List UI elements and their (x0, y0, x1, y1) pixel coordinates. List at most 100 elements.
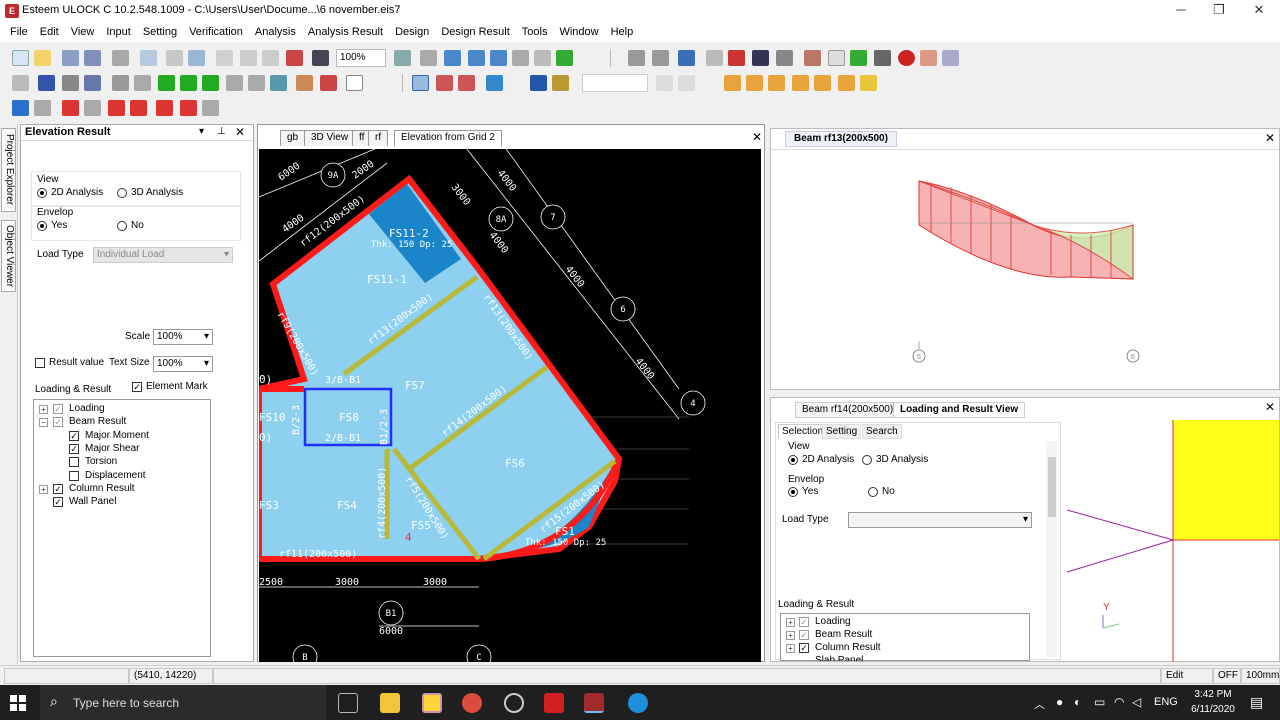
tree-checkbox-torsion[interactable] (69, 457, 79, 467)
zoom-window-icon[interactable] (444, 50, 461, 66)
load-type-combo[interactable]: Individual Load (93, 247, 233, 263)
menu-analysis-result[interactable]: Analysis Result (302, 26, 389, 38)
cut-icon[interactable] (216, 50, 233, 66)
save-icon[interactable] (62, 50, 79, 66)
3d-tool-2-icon[interactable] (320, 75, 337, 91)
pencil-icon[interactable] (12, 75, 29, 91)
windows-start-icon[interactable] (10, 695, 26, 711)
clock-time[interactable]: 3:42 PM (1190, 689, 1236, 700)
status-snap[interactable]: OFF (1213, 668, 1241, 684)
expand-icon[interactable]: + (39, 485, 48, 494)
grey-run-icon[interactable] (34, 100, 51, 116)
tree-item-torsion[interactable]: Torsion (85, 456, 117, 467)
menu-tools[interactable]: Tools (516, 26, 554, 38)
chrome-icon[interactable] (462, 693, 482, 713)
edge-icon[interactable] (628, 693, 648, 713)
menu-analysis[interactable]: Analysis (249, 26, 302, 38)
n-tool-icon[interactable] (552, 75, 569, 91)
print-icon[interactable] (112, 50, 129, 66)
green-tool-2-icon[interactable] (180, 75, 197, 91)
beam-tool-icon[interactable] (628, 50, 645, 66)
box-view-5-icon[interactable] (814, 75, 831, 91)
tree-checkbox-major-shear[interactable]: ✓ (69, 444, 79, 454)
arch-tool-1-icon[interactable] (436, 75, 453, 91)
undo-icon[interactable] (240, 50, 257, 66)
r-grey-icon[interactable] (678, 75, 695, 91)
tree-item-column-result[interactable]: Column Result (69, 483, 135, 494)
subtab-search[interactable]: Search (862, 424, 902, 439)
box-view-3-icon[interactable] (768, 75, 785, 91)
tree-item-major-moment[interactable]: Major Moment (85, 430, 149, 441)
column-tool-icon[interactable] (652, 50, 669, 66)
scrollbar[interactable] (1046, 441, 1058, 657)
beam-tab[interactable]: Beam rf13(200x500) (785, 131, 897, 147)
hammer-icon[interactable] (804, 50, 821, 66)
layer-combo[interactable] (582, 74, 648, 92)
frame-tool-icon[interactable] (412, 75, 429, 91)
close-doc-icon[interactable]: ✕ (752, 130, 762, 144)
grey-tool-1-icon[interactable] (226, 75, 243, 91)
close-result-view-icon[interactable]: ✕ (1265, 400, 1275, 414)
w-grey-icon[interactable] (656, 75, 673, 91)
envelope-no-radio[interactable] (117, 221, 127, 231)
battery-icon[interactable]: ▭ (1094, 695, 1105, 709)
menu-edit[interactable]: Edit (34, 26, 65, 38)
green-tool-1-icon[interactable] (158, 75, 175, 91)
expand-icon[interactable]: + (786, 644, 795, 653)
tree-item-beam-result[interactable]: Beam Result (69, 416, 126, 427)
save-all-icon[interactable] (84, 50, 101, 66)
microphone-icon[interactable]: ● (1056, 695, 1063, 709)
plan-drawing[interactable]: 6000 2000 4000 3000 4000 4000 4000 4000 … (259, 149, 761, 662)
box-view-6-icon[interactable] (838, 75, 855, 91)
redo-icon[interactable] (262, 50, 279, 66)
menu-setting[interactable]: Setting (137, 26, 183, 38)
f-tool-icon[interactable] (776, 50, 793, 66)
run-icon[interactable] (12, 100, 29, 116)
menu-verification[interactable]: Verification (183, 26, 249, 38)
wifi-icon[interactable]: ◠ (1114, 695, 1124, 709)
3d-box-icon[interactable] (678, 50, 695, 66)
app-circle-icon[interactable] (504, 693, 524, 713)
rb-tree-item-slab-panel[interactable]: Slab Panel (815, 655, 863, 661)
view-3d-radio[interactable] (117, 188, 127, 198)
warning-icon[interactable] (728, 50, 745, 66)
menu-file[interactable]: File (4, 26, 34, 38)
tree-checkbox-major-moment[interactable]: ✓ (69, 431, 79, 441)
tab-rf[interactable]: rf (368, 130, 389, 146)
result-value-checkbox[interactable] (35, 358, 45, 368)
task-view-icon[interactable] (338, 693, 358, 713)
hatch-tool-icon[interactable] (134, 75, 151, 91)
rb-env-no-radio[interactable] (868, 487, 878, 497)
cube-tool-icon[interactable] (486, 75, 503, 91)
red-tool-5-icon[interactable] (180, 100, 197, 116)
arch-icon[interactable] (874, 50, 891, 66)
zoom-in-icon[interactable] (468, 50, 485, 66)
subtab-selection[interactable]: Selection (778, 424, 828, 438)
maximize-button[interactable]: ❐ (1200, 0, 1238, 22)
rb-view-2d-radio[interactable] (788, 455, 798, 465)
tab-object-viewer[interactable]: Object Viewer (1, 220, 16, 292)
subtab-setting[interactable]: Setting (822, 424, 862, 439)
3d-tool-1-icon[interactable] (296, 75, 313, 91)
rb-tree-item-loading[interactable]: Loading (815, 616, 851, 627)
red-tool-2-icon[interactable] (108, 100, 125, 116)
layers-icon[interactable] (850, 50, 867, 66)
box-view-2-icon[interactable] (746, 75, 763, 91)
grey-tool-4-icon[interactable] (202, 100, 219, 116)
tab-3d-view[interactable]: 3D View (304, 130, 356, 146)
text-icon[interactable] (312, 50, 329, 66)
rb-tree-item-column-result[interactable]: Column Result (815, 642, 881, 653)
arch-tool-2-icon[interactable] (458, 75, 475, 91)
tree-item-loading[interactable]: Loading (69, 403, 105, 414)
menu-design[interactable]: Design (389, 26, 435, 38)
tab-beam-rf14[interactable]: Beam rf14(200x500) (795, 402, 901, 418)
rb-tree-checkbox-column[interactable]: ✓ (799, 643, 809, 653)
tab-elevation-grid-2[interactable]: Elevation from Grid 2 (394, 130, 502, 146)
tray-chevron-icon[interactable]: ︿ (1034, 696, 1045, 712)
grid-tool-icon[interactable] (112, 75, 129, 91)
zoom-combo[interactable]: 100% (336, 49, 386, 67)
tab-loading-result-view[interactable]: Loading and Result View (893, 402, 1026, 418)
rb-load-type-combo[interactable] (848, 512, 1032, 528)
red-tool-4-icon[interactable] (156, 100, 173, 116)
menu-design-result[interactable]: Design Result (435, 26, 515, 38)
